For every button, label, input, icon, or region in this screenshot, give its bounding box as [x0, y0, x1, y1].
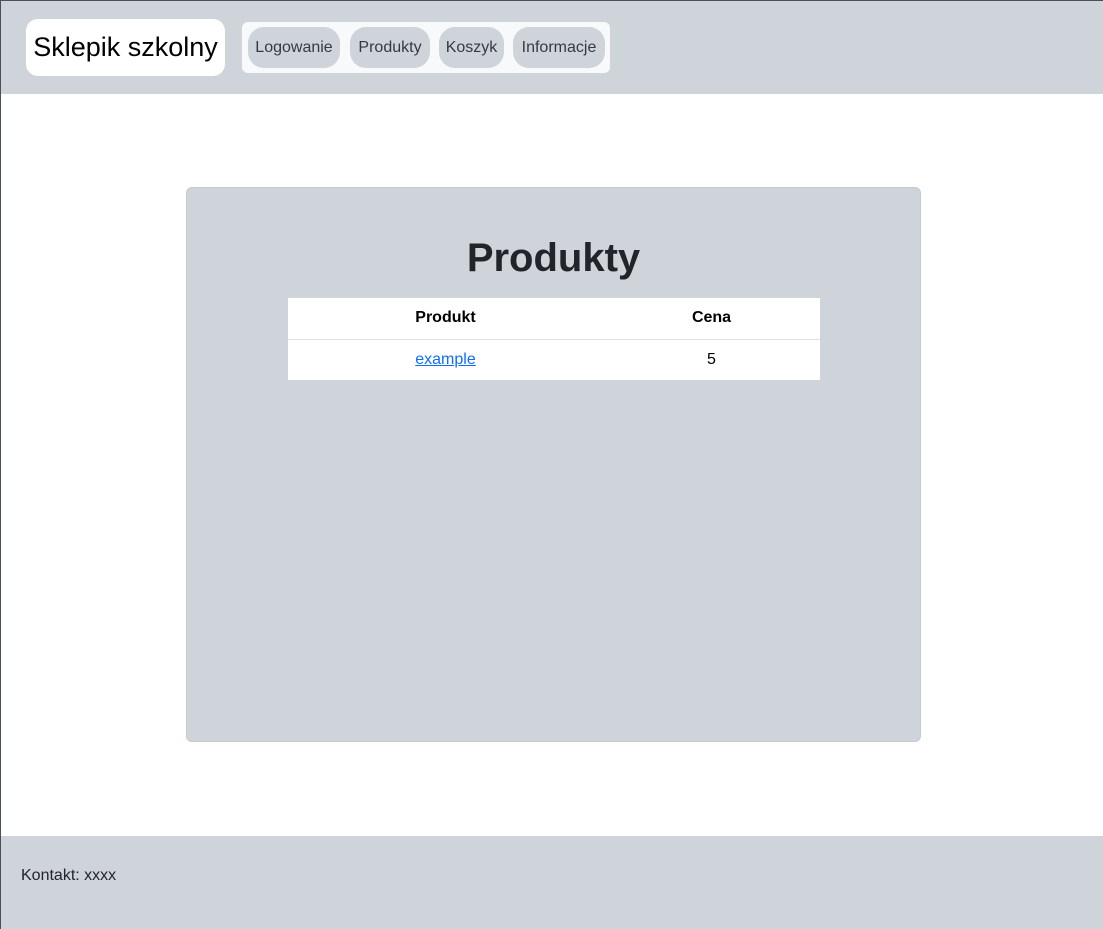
- product-cell: example: [288, 339, 603, 380]
- page-title: Produkty: [466, 236, 641, 280]
- site-header: Sklepik szkolny Logowanie Produkty Koszy…: [1, 1, 1103, 94]
- nav-logowanie-button[interactable]: Logowanie: [248, 27, 340, 68]
- nav-produkty-button[interactable]: Produkty: [350, 27, 430, 68]
- products-table: Produkt Cena example 5: [288, 298, 820, 380]
- table-header-row: Produkt Cena: [288, 298, 820, 340]
- price-cell: 5: [707, 350, 716, 368]
- products-table-wrapper: Produkt Cena example 5: [288, 298, 820, 380]
- products-card: Produkty Produkt Cena example 5: [186, 187, 921, 742]
- nav-informacje-button[interactable]: Informacje: [513, 27, 605, 68]
- site-footer: Kontakt: xxxx: [1, 836, 1103, 929]
- footer-contact: Kontakt: xxxx: [21, 867, 117, 884]
- site-brand[interactable]: Sklepik szkolny: [26, 19, 225, 76]
- column-header-price: Cena: [603, 298, 820, 340]
- column-header-product: Produkt: [288, 298, 603, 340]
- page: Sklepik szkolny Logowanie Produkty Koszy…: [0, 0, 1103, 929]
- product-link[interactable]: example: [415, 351, 475, 368]
- main-nav: Logowanie Produkty Koszyk Informacje: [242, 22, 610, 73]
- nav-koszyk-button[interactable]: Koszyk: [439, 27, 504, 68]
- table-row: example 5: [288, 339, 820, 380]
